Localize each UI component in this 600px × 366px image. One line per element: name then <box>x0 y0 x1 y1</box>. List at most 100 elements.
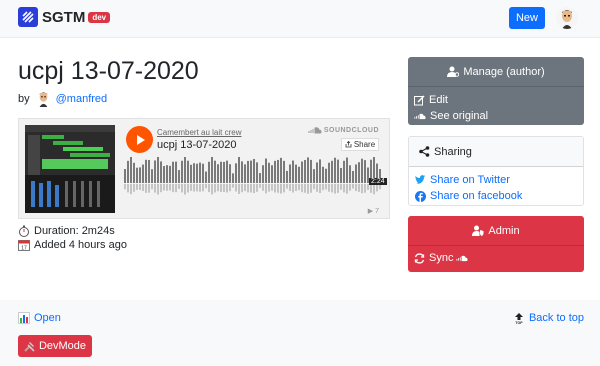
share-facebook-link[interactable]: Share on facebook <box>409 188 583 204</box>
waveform-reflection <box>124 184 126 190</box>
waveform-reflection <box>286 184 288 189</box>
waveform-reflection <box>169 184 171 191</box>
waveform-bar <box>280 157 282 183</box>
calendar-icon: 17 <box>18 239 30 252</box>
waveform-bar <box>214 160 216 183</box>
waveform-reflection <box>160 184 162 193</box>
waveform-bar <box>343 160 345 183</box>
sharing-title: Sharing <box>434 145 472 158</box>
waveform-reflection <box>193 184 195 192</box>
added-row: 17 Added 4 hours ago <box>18 239 127 252</box>
waveform-reflection <box>337 184 339 193</box>
waveform-reflection <box>370 184 372 193</box>
soundcloud-logo[interactable]: SOUNDCLOUD <box>308 127 379 134</box>
brand-link[interactable]: SGTM dev <box>18 7 111 27</box>
waveform-bar <box>337 159 339 183</box>
soundcloud-label: SOUNDCLOUD <box>323 127 379 134</box>
waveform-bar <box>289 164 291 183</box>
page-title: ucpj 13-07-2020 <box>18 57 199 85</box>
edit-label: Edit <box>429 94 448 106</box>
waveform-bar <box>274 160 276 183</box>
waveform-reflection <box>247 184 249 193</box>
share-icon <box>419 146 430 157</box>
svg-text:17: 17 <box>21 246 27 252</box>
open-link[interactable]: Open <box>18 312 61 324</box>
waveform-bar <box>295 164 297 183</box>
waveform-reflection <box>181 184 183 193</box>
waveform-bar <box>145 159 147 183</box>
see-original-link[interactable]: See original <box>408 109 584 123</box>
waveform-reflection <box>208 184 210 193</box>
waveform-bar <box>166 165 168 183</box>
user-gear-icon <box>447 66 460 77</box>
waveform-bar <box>220 161 222 183</box>
waveform-reflection <box>136 184 138 190</box>
waveform-bar <box>130 157 132 183</box>
sharing-header: Sharing <box>409 137 583 167</box>
waveform-reflection <box>364 184 366 193</box>
waveform-bar <box>175 161 177 183</box>
user-avatar[interactable] <box>556 7 578 29</box>
embed-share-button[interactable]: Share <box>341 138 379 151</box>
facebook-icon <box>415 190 426 202</box>
waveform-bar <box>172 161 174 183</box>
waveform-reflection <box>199 184 201 192</box>
share-twitter-link[interactable]: Share on Twitter <box>409 172 583 188</box>
waveform-bar <box>349 165 351 183</box>
waveform-reflection <box>292 184 294 193</box>
waveform-bar <box>268 162 270 183</box>
waveform-reflection <box>355 184 357 192</box>
embed-track-title[interactable]: ucpj 13-07-2020 <box>157 139 237 151</box>
waveform-bar <box>364 160 366 183</box>
waveform-bar <box>226 160 228 183</box>
brand-name: SGTM <box>42 8 86 26</box>
waveform-reflection <box>250 184 252 193</box>
waveform-reflection <box>133 184 135 192</box>
edit-icon <box>414 94 425 106</box>
waveform-bar <box>253 158 255 183</box>
waveform-bar <box>259 173 261 183</box>
back-to-top-label: Back to top <box>528 312 584 324</box>
waveform-reflection <box>253 184 255 194</box>
waveform-reflection <box>319 184 321 193</box>
embed-share-label: Share <box>353 140 376 149</box>
back-to-top-link[interactable]: TOP Back to top <box>513 312 584 324</box>
waveform-reflection <box>244 184 246 192</box>
waveform-reflection <box>235 184 237 192</box>
waveform-bar <box>205 171 207 183</box>
edit-link[interactable]: Edit <box>408 91 584 109</box>
waveform-bar <box>346 157 348 183</box>
by-label: by <box>18 92 30 105</box>
admin-title: Admin <box>488 224 520 237</box>
waveform-bar <box>247 160 249 183</box>
waveform-bar <box>190 164 192 183</box>
share-facebook-label: Share on facebook <box>430 190 523 202</box>
waveform-bar <box>178 170 180 183</box>
waveform-reflection <box>313 184 315 190</box>
waveform-reflection <box>145 184 147 193</box>
devmode-button[interactable]: DevMode <box>18 335 92 357</box>
waveform-bar <box>217 164 219 183</box>
waveform-bar <box>301 161 303 183</box>
waveform-reflection <box>127 184 129 193</box>
admin-card: Admin Sync <box>408 216 584 272</box>
sync-link[interactable]: Sync <box>408 246 584 270</box>
waveform[interactable] <box>124 157 382 195</box>
waveform-reflection <box>340 184 342 190</box>
sgtm-logo-icon <box>18 7 38 27</box>
waveform-reflection <box>217 184 219 192</box>
waveform-bar <box>232 173 234 183</box>
waveform-reflection <box>190 184 192 191</box>
waveform-reflection <box>280 184 282 194</box>
play-button[interactable] <box>126 126 153 153</box>
waveform-bar <box>157 157 159 183</box>
author-link[interactable]: @manfred <box>56 93 108 105</box>
embed-artist-link[interactable]: Camembert au lait crew <box>157 128 241 137</box>
back-to-top-icon: TOP <box>513 312 525 324</box>
waveform-reflection <box>361 184 363 194</box>
waveform-reflection <box>256 184 258 192</box>
new-button[interactable]: New <box>509 7 545 29</box>
waveform-bar <box>322 166 324 183</box>
waveform-bar <box>196 163 198 183</box>
waveform-reflection <box>346 184 348 194</box>
